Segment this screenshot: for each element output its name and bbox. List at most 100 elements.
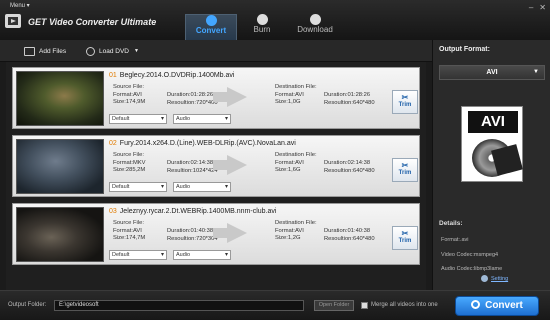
- audio-select[interactable]: Audio: [173, 250, 231, 260]
- source-resolution: Resoultion:720*304: [167, 235, 218, 242]
- source-info: Source File: Format:MKV Size:285,2M: [113, 152, 146, 175]
- output-format-label: Output Format:: [439, 46, 490, 53]
- video-thumbnail[interactable]: [16, 71, 104, 126]
- tab-convert-label: Convert: [195, 26, 227, 35]
- trim-label: Trim: [398, 238, 412, 244]
- dest-label: Destination File:: [275, 84, 317, 90]
- file-item[interactable]: 02 Fury.2014.x264.D.(Line).WEB-DLRip.(AVC…: [12, 135, 420, 197]
- app-logo-icon: [5, 14, 21, 28]
- source-resolution: Resoultion:720*400: [167, 99, 218, 106]
- file-item[interactable]: 03 Jeleznyy.rycar.2.Dt.WEBRip.1400MB.nnm-…: [12, 203, 420, 265]
- source-label: Source File:: [113, 84, 144, 90]
- dest-duration: Duration:01:40:38: [324, 228, 371, 234]
- source-info-2: Duration:02:14:38 Resultion:1024*424: [167, 160, 218, 175]
- chevron-down-icon: ▼: [533, 69, 539, 75]
- film-strip-icon: [491, 144, 523, 176]
- dest-label: Destination File:: [275, 220, 317, 226]
- dest-info: Destination File: Format:AVI Size:1,2G: [275, 220, 317, 243]
- trim-button[interactable]: ✂ Trim: [392, 90, 418, 114]
- dest-resolution: Resoultion:640*480: [324, 235, 375, 242]
- app-title: GET Video Converter Ultimate: [28, 17, 157, 27]
- audio-select[interactable]: Audio: [173, 182, 231, 192]
- arrow-head-icon: [227, 223, 247, 243]
- chevron-down-icon[interactable]: ▼: [134, 48, 139, 54]
- source-info: Source File: Format:AVI Size:174,7M: [113, 220, 145, 243]
- scissors-icon: ✂: [401, 93, 409, 102]
- source-label: Source File:: [113, 220, 144, 226]
- merge-checkbox[interactable]: [361, 302, 368, 309]
- video-thumbnail[interactable]: [16, 207, 104, 262]
- source-format: Format:AVI: [113, 227, 142, 234]
- video-thumbnail[interactable]: [16, 139, 104, 194]
- menu-button[interactable]: Menu ▾: [10, 2, 30, 9]
- trim-button[interactable]: ✂ Trim: [392, 158, 418, 182]
- dest-size: Size:1,6G: [275, 167, 301, 173]
- arrow-head-icon: [227, 87, 247, 107]
- close-icon[interactable]: ✕: [539, 3, 546, 12]
- file-name-text: Jeleznyy.rycar.2.Dt.WEBRip.1400MB.nnm-cl…: [119, 208, 277, 215]
- convert-button[interactable]: Convert: [455, 296, 539, 316]
- dest-format: Format:AVI: [275, 227, 304, 234]
- scissors-icon: ✂: [401, 161, 409, 170]
- scissors-icon: ✂: [401, 229, 409, 238]
- dest-info-2: Duration:01:40:38 Resoultion:640*480: [324, 228, 375, 243]
- trim-button[interactable]: ✂ Trim: [392, 226, 418, 250]
- output-format-value: AVI: [486, 69, 498, 76]
- dest-info: Destination File: Format:AVI Size:1,0G: [275, 84, 317, 107]
- avi-format-icon: AVI: [461, 106, 523, 182]
- output-format-select[interactable]: AVI ▼: [439, 65, 545, 80]
- details-label: Details:: [439, 220, 463, 227]
- toolbar: Add Files Load DVD ▼: [0, 40, 432, 62]
- file-index: 03: [109, 208, 117, 215]
- arrow-icon: [213, 160, 228, 170]
- output-panel: Output Format: AVI ▼ AVI Details: Format…: [432, 40, 550, 290]
- convert-label: Convert: [485, 300, 523, 311]
- audio-select[interactable]: Audio: [173, 114, 231, 124]
- source-format: Format:MKV: [113, 159, 146, 166]
- merge-label: Merge all videos into one: [371, 302, 438, 308]
- file-name: 03 Jeleznyy.rycar.2.Dt.WEBRip.1400MB.nnm-…: [109, 208, 276, 215]
- setting-link[interactable]: Setting: [491, 276, 508, 282]
- tab-download[interactable]: Download: [289, 14, 341, 40]
- detail-format: Format:.avi: [441, 237, 469, 243]
- tab-burn[interactable]: Burn: [236, 14, 288, 40]
- convert-icon: [471, 300, 481, 309]
- subtitle-select[interactable]: Default: [109, 114, 167, 124]
- add-files-button[interactable]: Add Files: [24, 44, 66, 58]
- gear-icon[interactable]: [481, 275, 488, 282]
- load-dvd-button[interactable]: Load DVD ▼: [86, 44, 139, 58]
- dest-duration: Duration:01:28:26: [324, 92, 371, 98]
- file-name-text: Beglecy.2014.O.DVDRip.1400Mb.avi: [119, 72, 235, 79]
- source-size: Size:174,9M: [113, 99, 146, 105]
- file-name-text: Fury.2014.x264.D.(Line).WEB-DLRip.(AVC).…: [119, 140, 296, 147]
- output-folder-input[interactable]: E:\getvideosoft: [54, 300, 304, 311]
- arrow-icon: [213, 92, 228, 102]
- tab-convert[interactable]: Convert: [185, 14, 237, 40]
- open-folder-button[interactable]: Open Folder: [314, 300, 354, 311]
- subtitle-select[interactable]: Default: [109, 250, 167, 260]
- arrow-icon: [213, 228, 228, 238]
- subtitle-select[interactable]: Default: [109, 182, 167, 192]
- disc-icon: [256, 14, 268, 25]
- dest-duration: Duration:02:14:38: [324, 160, 371, 166]
- dest-info-2: Duration:02:14:38 Resoultion:640*480: [324, 160, 375, 175]
- film-add-icon: [24, 46, 35, 56]
- tab-download-label: Download: [297, 25, 333, 34]
- file-index: 02: [109, 140, 117, 147]
- dest-resolution: Resoultion:640*480: [324, 99, 375, 106]
- trim-label: Trim: [398, 102, 412, 108]
- source-format: Format:AVI: [113, 91, 142, 98]
- file-index: 01: [109, 72, 117, 79]
- convert-tab-icon: [205, 15, 217, 26]
- source-resolution: Resultion:1024*424: [167, 167, 218, 174]
- tab-burn-label: Burn: [253, 25, 271, 34]
- dvd-icon: [86, 46, 95, 56]
- dest-info-2: Duration:01:28:26 Resoultion:640*480: [324, 92, 375, 107]
- window-controls: – ✕: [529, 3, 546, 12]
- file-item[interactable]: 01 Beglecy.2014.O.DVDRip.1400Mb.avi Sourc…: [12, 67, 420, 129]
- source-info-2: Duration:01:40:38 Resoultion:720*304: [167, 228, 218, 243]
- trim-label: Trim: [398, 170, 412, 176]
- dest-format: Format:AVI: [275, 91, 304, 98]
- arrow-head-icon: [227, 155, 247, 175]
- minimize-icon[interactable]: –: [529, 3, 533, 12]
